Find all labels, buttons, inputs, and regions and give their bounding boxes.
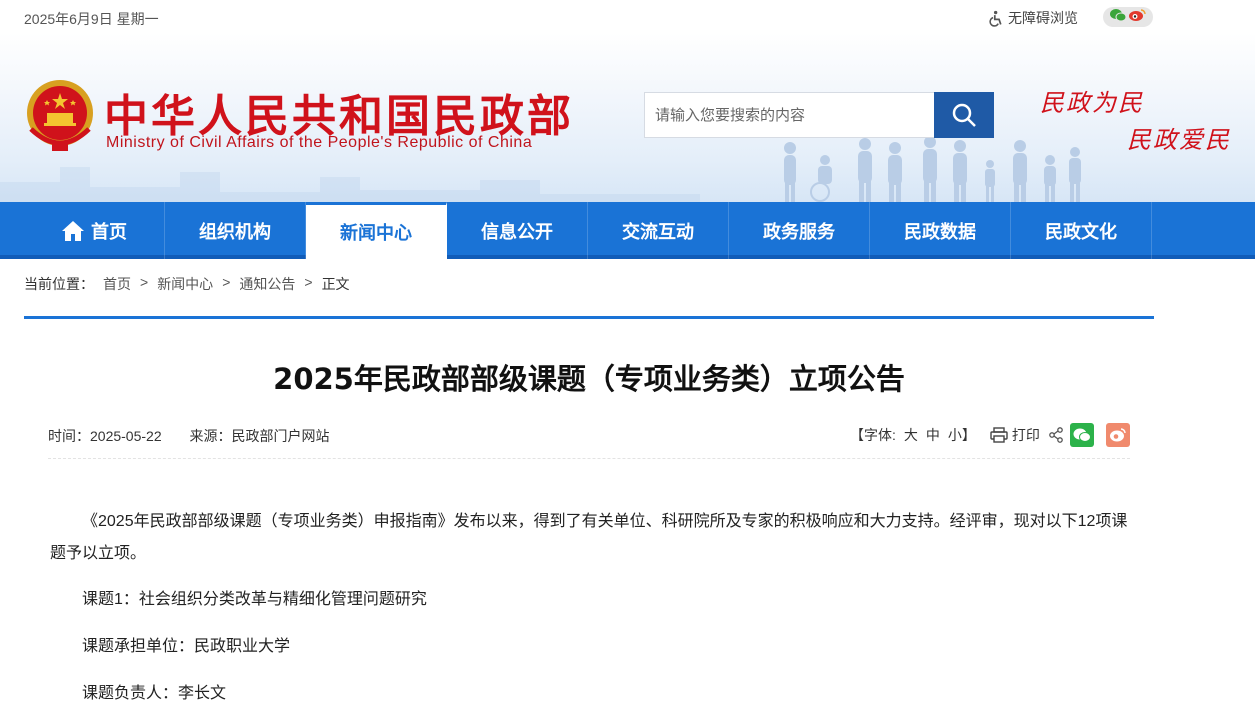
publish-date: 2025-05-22	[90, 428, 162, 444]
weibo-icon[interactable]	[1128, 8, 1146, 27]
share-icon[interactable]	[1048, 427, 1064, 443]
current-date: 2025年6月9日 星期一	[24, 11, 159, 27]
font-size-large[interactable]: 大	[904, 425, 918, 445]
breadcrumb: 当前位置： 首页 > 新闻中心 > 通知公告 > 正文	[24, 274, 350, 294]
article-paragraph: 《2025年民政部部级课题（专项业务类）申报指南》发布以来，得到了有关单位、科研…	[50, 513, 1128, 562]
national-emblem[interactable]	[25, 77, 95, 153]
nav-label: 政务服务	[763, 221, 835, 243]
breadcrumb-notices[interactable]: 通知公告	[239, 274, 295, 294]
nav-item-news[interactable]: 新闻中心	[306, 202, 447, 259]
nav-item-organization[interactable]: 组织机构	[165, 202, 306, 259]
nav-label: 组织机构	[199, 221, 271, 243]
main-nav: 首页 组织机构 新闻中心 信息公开 交流互动 政务服务 民政数据 民政文化	[0, 202, 1255, 259]
nav-label: 信息公开	[481, 221, 553, 243]
nav-label: 民政数据	[904, 221, 976, 243]
top-bar: 2025年6月9日 星期一 无障碍浏览	[0, 0, 1255, 33]
article-paragraph: 课题1：社会组织分类改革与精细化管理问题研究	[82, 591, 427, 608]
nav-label: 民政文化	[1045, 221, 1117, 243]
wechat-share-icon[interactable]	[1069, 423, 1094, 447]
slogan-line-1: 民政为民	[1040, 89, 1144, 117]
accessibility-label: 无障碍浏览	[1008, 10, 1078, 26]
article-meta: 时间：2025-05-22 来源：民政部门户网站	[48, 426, 330, 446]
article-source: 民政部门户网站	[231, 428, 330, 444]
breadcrumb-home[interactable]: 首页	[103, 274, 131, 294]
breadcrumb-separator: >	[304, 274, 313, 290]
site-subtitle: Ministry of Civil Affairs of the People'…	[106, 134, 533, 151]
font-size-medium[interactable]: 中	[926, 425, 940, 445]
breadcrumb-label: 当前位置：	[24, 276, 94, 292]
nav-item-home[interactable]: 首页	[24, 202, 165, 259]
breadcrumb-separator: >	[222, 274, 231, 290]
printer-icon	[990, 427, 1008, 443]
nav-item-info-disclosure[interactable]: 信息公开	[447, 202, 588, 259]
nav-item-data[interactable]: 民政数据	[870, 202, 1011, 259]
font-size-small[interactable]: 小】	[948, 425, 976, 445]
slogan-line-2: 民政爱民	[1127, 126, 1231, 154]
font-size-label: 【字体:	[850, 427, 896, 443]
search-button[interactable]	[934, 92, 994, 138]
wechat-icon[interactable]	[1110, 8, 1127, 27]
search-input[interactable]	[644, 92, 935, 138]
nav-label: 首页	[91, 221, 127, 243]
breadcrumb-news[interactable]: 新闻中心	[157, 274, 213, 294]
accessibility-icon	[989, 10, 1002, 27]
article-paragraph: 课题负责人：李长文	[82, 685, 227, 702]
nav-item-interaction[interactable]: 交流互动	[588, 202, 729, 259]
nav-item-services[interactable]: 政务服务	[729, 202, 870, 259]
nav-label: 交流互动	[622, 221, 694, 243]
home-icon	[61, 220, 85, 242]
breadcrumb-separator: >	[140, 274, 149, 290]
accessibility-link[interactable]: 无障碍浏览	[988, 8, 1078, 28]
header-banner: 中华人民共和国民政部 Ministry of Civil Affairs of …	[0, 33, 1255, 202]
people-silhouette	[784, 138, 1081, 202]
search-icon	[952, 103, 976, 127]
article-tools: 【字体: 大 中 小】 打印	[850, 423, 1130, 447]
source-label: 来源：	[189, 428, 232, 444]
article-title: 2025年民政部部级课题（专项业务类）立项公告	[273, 362, 905, 396]
meta-divider	[48, 458, 1130, 459]
weibo-share-icon[interactable]	[1105, 423, 1130, 447]
breadcrumb-current: 正文	[321, 276, 350, 292]
social-links	[1103, 7, 1153, 27]
print-button[interactable]: 打印	[990, 425, 1040, 445]
time-label: 时间：	[48, 428, 90, 444]
nav-label: 新闻中心	[340, 223, 412, 244]
article-paragraph: 课题承担单位：民政职业大学	[82, 638, 291, 655]
nav-item-culture[interactable]: 民政文化	[1011, 202, 1152, 259]
print-label: 打印	[1011, 427, 1040, 443]
